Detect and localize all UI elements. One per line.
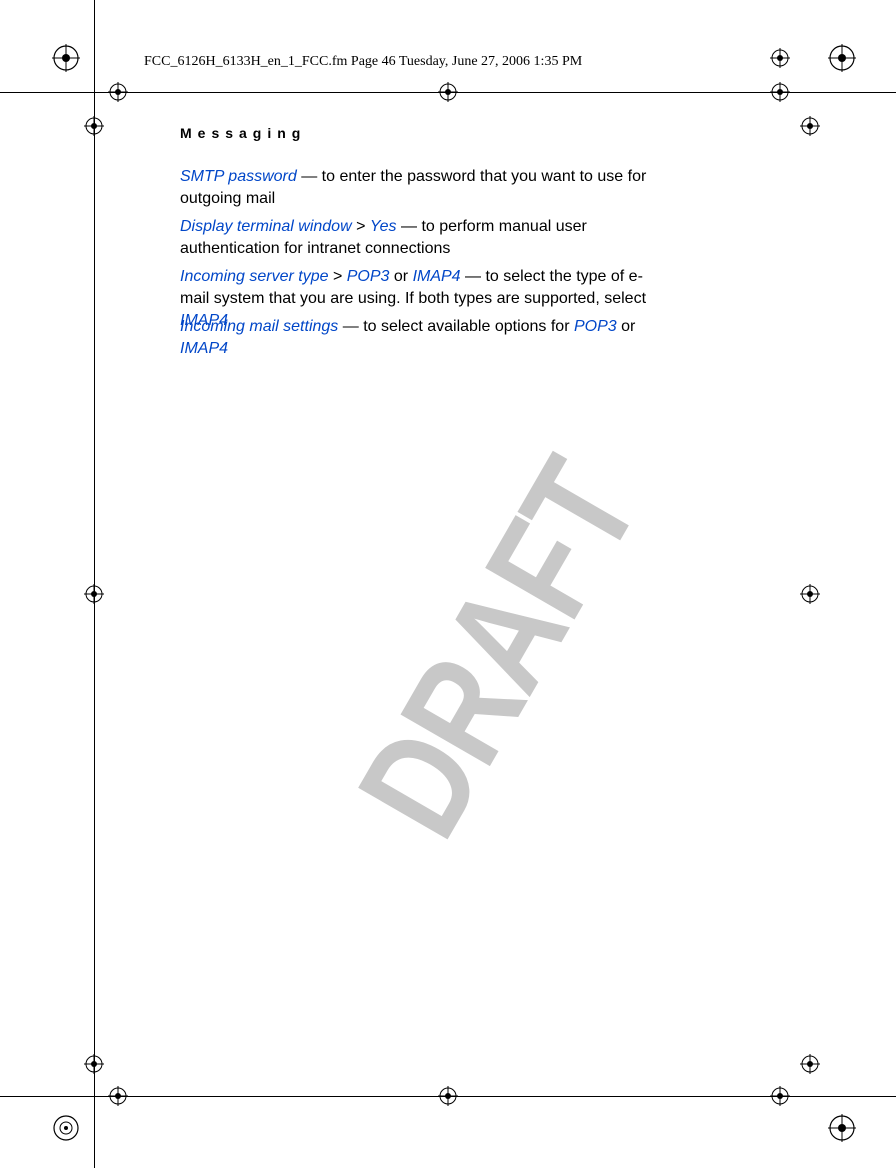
registration-mark	[770, 82, 790, 102]
option-label: SMTP password	[180, 168, 297, 185]
option-desc: — to select available options for	[338, 318, 574, 335]
registration-mark	[108, 1086, 128, 1106]
registration-mark	[770, 1086, 790, 1106]
separator: >	[352, 218, 370, 235]
registration-mark	[800, 1054, 820, 1074]
section-title: Messaging	[180, 125, 306, 141]
option-value: POP3	[347, 268, 390, 285]
setting-smtp-password: SMTP password — to enter the password th…	[180, 166, 660, 210]
registration-icon	[828, 44, 856, 72]
registration-mark	[84, 584, 104, 604]
draft-watermark: DRAFT	[324, 434, 672, 864]
registration-icon	[828, 1114, 856, 1142]
option-value: IMAP4	[180, 340, 228, 357]
setting-display-terminal: Display terminal window > Yes — to perfo…	[180, 216, 660, 260]
registration-mark	[800, 116, 820, 136]
registration-mark	[770, 48, 790, 68]
registration-icon	[52, 1114, 80, 1142]
text-or: or	[389, 268, 412, 285]
registration-mark	[84, 116, 104, 136]
option-value: IMAP4	[413, 268, 461, 285]
registration-mark	[438, 82, 458, 102]
registration-mark	[108, 82, 128, 102]
registration-icon	[52, 44, 80, 72]
text-or: or	[617, 318, 636, 335]
option-value: Yes	[370, 218, 397, 235]
registration-mark	[800, 584, 820, 604]
setting-incoming-mail: Incoming mail settings — to select avail…	[180, 316, 660, 360]
option-value: POP3	[574, 318, 617, 335]
option-label: Incoming server type	[180, 268, 329, 285]
option-label: Display terminal window	[180, 218, 352, 235]
option-label: Incoming mail settings	[180, 318, 338, 335]
page-header: FCC_6126H_6133H_en_1_FCC.fm Page 46 Tues…	[144, 54, 582, 70]
registration-mark	[84, 1054, 104, 1074]
registration-mark	[438, 1086, 458, 1106]
separator: >	[329, 268, 347, 285]
